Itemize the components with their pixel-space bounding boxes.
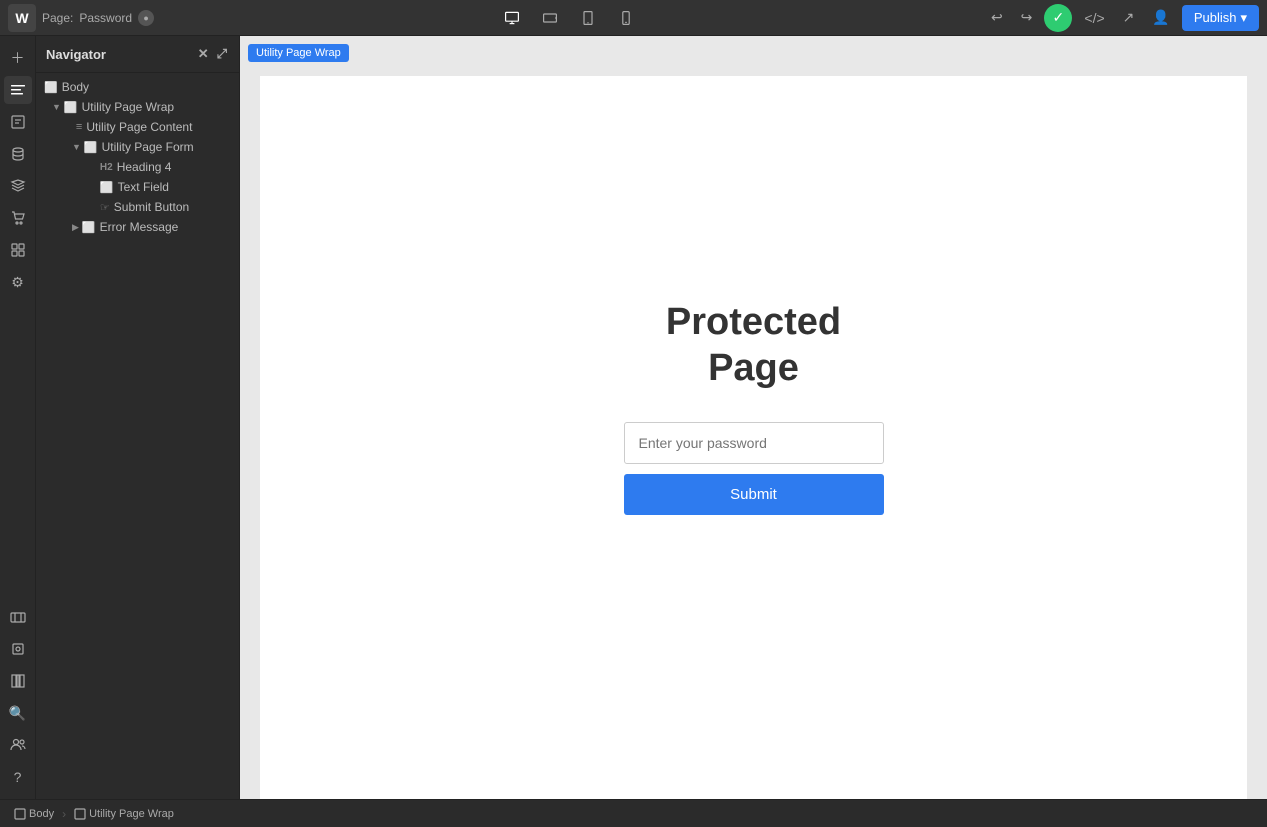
right-controls: ↩ ↪ ✓ </> ↗ 👤 Publish ▾ bbox=[985, 4, 1259, 32]
error-box-icon: ⬜ bbox=[82, 221, 96, 234]
publish-button[interactable]: Publish ▾ bbox=[1182, 5, 1259, 31]
status-indicator: ✓ bbox=[1044, 4, 1072, 32]
sidebar-crop-icon[interactable] bbox=[4, 635, 32, 663]
device-controls bbox=[160, 6, 979, 30]
undo-button[interactable]: ↩ bbox=[985, 5, 1009, 30]
sidebar-navigator-icon[interactable] bbox=[4, 76, 32, 104]
topbar: W Page: Password ● ↩ ↪ ✓ </> ↗ 👤 Publish bbox=[0, 0, 1267, 36]
canvas-frame: Protected Page Submit bbox=[260, 76, 1247, 799]
breadcrumb-body[interactable]: Body bbox=[8, 806, 60, 822]
tree-item-utility-page-form[interactable]: ▼ ⬜ Utility Page Form bbox=[36, 137, 239, 157]
tablet-landscape-button[interactable] bbox=[536, 6, 564, 30]
sidebar-breakpoints-icon[interactable] bbox=[4, 603, 32, 631]
page-status-dot[interactable]: ● bbox=[138, 10, 154, 26]
navigator-close-icon[interactable]: ✕ bbox=[196, 44, 211, 64]
sidebar-search-icon[interactable]: 🔍 bbox=[4, 699, 32, 727]
redo-button[interactable]: ↪ bbox=[1015, 5, 1039, 30]
h2-icon: H2 bbox=[100, 162, 113, 173]
sidebar-add-icon[interactable]: ＋ bbox=[4, 44, 32, 72]
expand-arrow-collapsed: ▶ bbox=[72, 222, 79, 233]
nav-tree: ⬜ Body ▼ ⬜ Utility Page Wrap ▼ ≡ Utility… bbox=[36, 73, 239, 799]
main-area: ＋ ⚙ 🔍 bbox=[0, 36, 1267, 799]
sidebar-assets-icon[interactable] bbox=[4, 236, 32, 264]
expand-arrow: ▼ bbox=[52, 102, 61, 112]
sidebar-grid-icon[interactable] bbox=[4, 667, 32, 695]
list-icon: ≡ bbox=[76, 121, 82, 133]
tablet-button[interactable] bbox=[574, 6, 602, 30]
sidebar-users-icon[interactable] bbox=[4, 731, 32, 759]
tree-item-body[interactable]: ⬜ Body bbox=[36, 77, 239, 97]
sidebar-pages-icon[interactable] bbox=[4, 108, 32, 136]
account-button[interactable]: 👤 bbox=[1146, 5, 1175, 30]
breadcrumb-separator: › bbox=[62, 807, 66, 821]
sidebar-settings-icon[interactable]: ⚙ bbox=[4, 268, 32, 296]
mobile-button[interactable] bbox=[612, 6, 640, 30]
tree-item-utility-page-content[interactable]: ▼ ≡ Utility Page Content bbox=[36, 117, 239, 137]
navigator-panel: Navigator ✕ ⤢ ⬜ Body ▼ ⬜ Utility Page Wr… bbox=[36, 36, 240, 799]
input-box-icon: ⬜ bbox=[100, 181, 114, 194]
breadcrumb-utility-page-wrap[interactable]: Utility Page Wrap bbox=[68, 806, 180, 822]
bottom-bar: Body › Utility Page Wrap bbox=[0, 799, 1267, 827]
export-button[interactable]: ↗ bbox=[1117, 5, 1141, 30]
webflow-logo: W bbox=[8, 4, 36, 32]
canvas-area: Utility Page Wrap Protected Page Submit bbox=[240, 36, 1267, 799]
code-button[interactable]: </> bbox=[1078, 6, 1110, 30]
sidebar-cms-icon[interactable] bbox=[4, 140, 32, 168]
canvas-element-label: Utility Page Wrap bbox=[248, 44, 349, 62]
sidebar-icons: ＋ ⚙ 🔍 bbox=[0, 36, 36, 799]
box-icon: ⬜ bbox=[64, 101, 78, 114]
navigator-header: Navigator ✕ ⤢ bbox=[36, 36, 239, 73]
sidebar-bottom-icons: 🔍 ? bbox=[4, 603, 32, 799]
hand-icon: ☞ bbox=[100, 201, 110, 214]
sidebar-layers-icon[interactable] bbox=[4, 172, 32, 200]
navigator-title: Navigator bbox=[46, 47, 106, 62]
tree-item-submit-button[interactable]: ▼ ☞ Submit Button bbox=[36, 197, 239, 217]
desktop-button[interactable] bbox=[498, 6, 526, 30]
tree-item-text-field[interactable]: ▼ ⬜ Text Field bbox=[36, 177, 239, 197]
navigator-header-icons: ✕ ⤢ bbox=[196, 44, 229, 64]
page-title: Protected Page bbox=[666, 300, 841, 391]
tree-item-utility-page-wrap[interactable]: ▼ ⬜ Utility Page Wrap bbox=[36, 97, 239, 117]
sidebar-store-icon[interactable] bbox=[4, 204, 32, 232]
body-icon: ⬜ bbox=[44, 81, 58, 94]
tree-item-error-message[interactable]: ▶ ⬜ Error Message bbox=[36, 217, 239, 237]
page-info: Page: Password ● bbox=[42, 10, 154, 26]
sidebar-help-icon[interactable]: ? bbox=[4, 763, 32, 791]
submit-button[interactable]: Submit bbox=[624, 474, 884, 515]
password-input[interactable] bbox=[624, 422, 884, 464]
tree-item-heading-4[interactable]: ▼ H2 Heading 4 bbox=[36, 157, 239, 177]
form-box-icon: ⬜ bbox=[84, 141, 98, 154]
protected-page-content: Protected Page Submit bbox=[260, 76, 1247, 799]
expand-arrow: ▼ bbox=[72, 142, 81, 152]
navigator-expand-icon[interactable]: ⤢ bbox=[215, 44, 229, 64]
